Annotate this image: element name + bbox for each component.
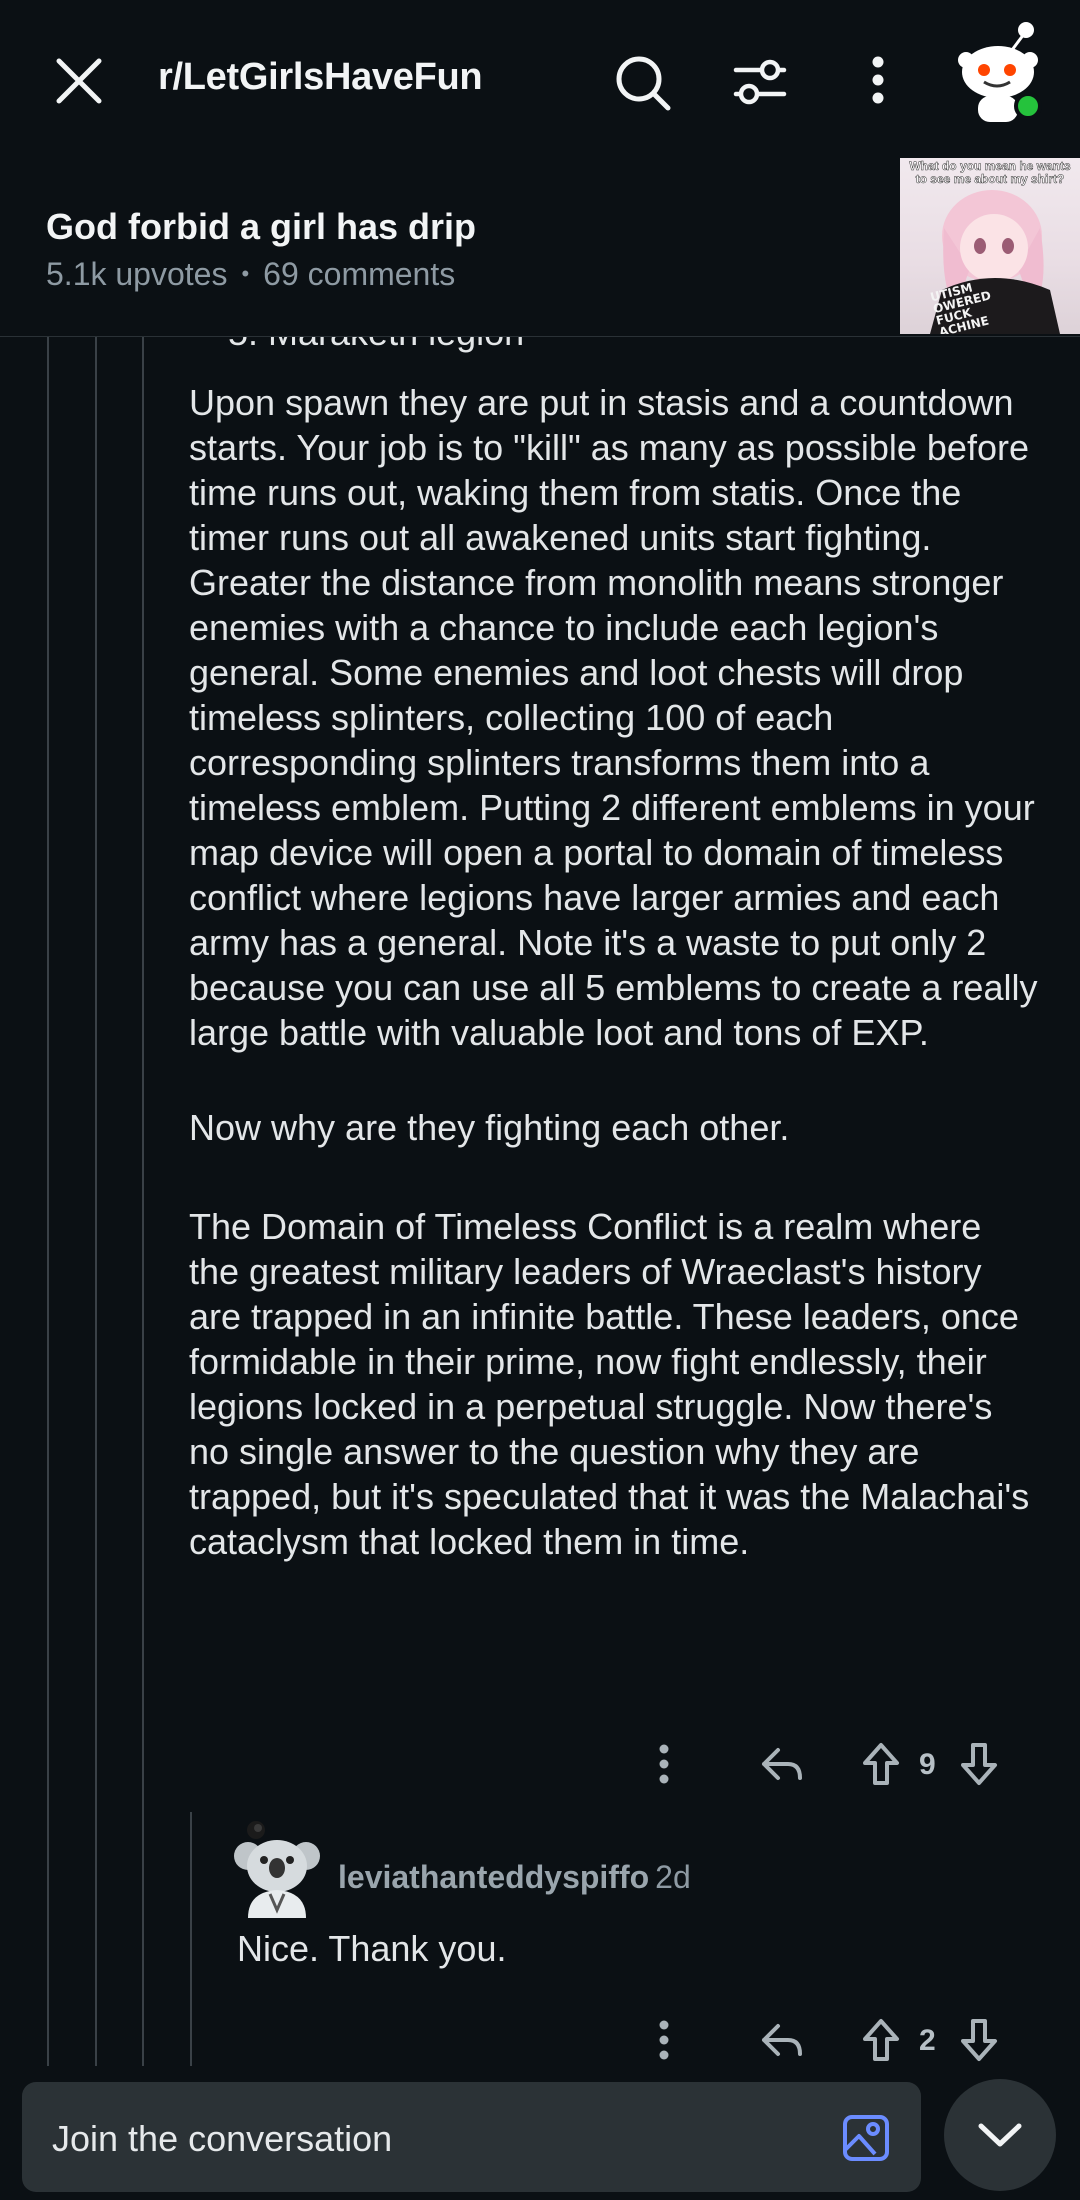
sort-filter-button[interactable] xyxy=(728,52,792,112)
comment-paragraph: Upon spawn they are put in stasis and a … xyxy=(189,382,1038,1053)
reply-timestamp: 2d xyxy=(655,1859,691,1895)
comment-composer[interactable]: Join the conversation xyxy=(22,2082,921,2192)
reply-author[interactable]: leviathanteddyspiffo 2d xyxy=(338,1859,691,1896)
reply-more-button[interactable] xyxy=(640,2010,688,2070)
composer-placeholder[interactable]: Join the conversation xyxy=(52,2118,392,2160)
snoo-avatar-icon xyxy=(958,22,1042,122)
reply-avatar[interactable] xyxy=(232,1818,322,1918)
upvote-arrow-icon xyxy=(863,2019,899,2061)
reply-reply-button[interactable] xyxy=(752,2010,812,2070)
thread-line-3[interactable] xyxy=(142,336,144,2066)
comment-paragraph: Now why are they fighting each other. xyxy=(189,1107,790,1148)
reply-arrow-icon xyxy=(762,2024,802,2056)
image-icon xyxy=(843,2115,889,2161)
reply-body: Nice. Thank you. xyxy=(237,1928,507,1969)
upvote-arrow-icon xyxy=(863,1743,899,1785)
comment-count: 69 comments xyxy=(263,256,456,292)
user-avatar[interactable] xyxy=(954,16,1046,126)
post-title: God forbid a girl has drip xyxy=(46,206,477,247)
top-bar: r/LetGirlsHaveFun xyxy=(0,0,1080,160)
reply-vote-count: 2 xyxy=(919,2024,936,2057)
vertical-dots-icon xyxy=(872,56,884,104)
reply-username[interactable]: leviathanteddyspiffo xyxy=(338,1859,649,1895)
more-options-button[interactable] xyxy=(856,50,900,110)
subreddit-name[interactable]: r/LetGirlsHaveFun xyxy=(158,56,483,99)
add-image-button[interactable] xyxy=(838,2110,894,2166)
thread-line-2[interactable] xyxy=(95,336,97,2066)
thread-line-1[interactable] xyxy=(47,336,49,2066)
thread-line-4[interactable] xyxy=(190,1812,192,2066)
filter-sliders-icon xyxy=(733,59,787,105)
comment-paragraph: The Domain of Timeless Conflict is a rea… xyxy=(189,1206,1030,1562)
downvote-arrow-icon xyxy=(961,2019,997,2061)
upvote-count: 5.1k upvotes xyxy=(46,256,228,292)
search-button[interactable] xyxy=(610,50,676,116)
vote-count: 9 xyxy=(919,1748,936,1781)
collapse-button[interactable] xyxy=(944,2079,1056,2191)
reply-downvote-button[interactable] xyxy=(952,2010,1006,2070)
koala-avatar-icon xyxy=(234,1821,320,1918)
reply-button[interactable] xyxy=(752,1734,812,1794)
meta-separator: • xyxy=(241,261,250,286)
reply-upvote-button[interactable] xyxy=(854,2010,908,2070)
reply-actions: 2 xyxy=(640,2006,1040,2076)
search-icon xyxy=(616,56,671,111)
reply-arrow-icon xyxy=(762,1748,802,1780)
close-icon xyxy=(56,58,102,104)
post-meta: 5.1k upvotes • 69 comments xyxy=(46,256,455,293)
downvote-button[interactable] xyxy=(952,1734,1006,1794)
comment-actions: 9 xyxy=(640,1730,1040,1800)
post-thumbnail[interactable]: What do you mean he wants to see me abou… xyxy=(900,158,1080,334)
vertical-dots-icon xyxy=(659,2020,669,2060)
upvote-button[interactable] xyxy=(854,1734,908,1794)
comment-body: Upon spawn they are put in stasis and a … xyxy=(189,380,1039,1564)
comment-more-button[interactable] xyxy=(640,1734,688,1794)
vertical-dots-icon xyxy=(659,1744,669,1784)
downvote-arrow-icon xyxy=(961,1743,997,1785)
chevron-down-icon xyxy=(978,2123,1022,2147)
close-button[interactable] xyxy=(48,50,110,112)
